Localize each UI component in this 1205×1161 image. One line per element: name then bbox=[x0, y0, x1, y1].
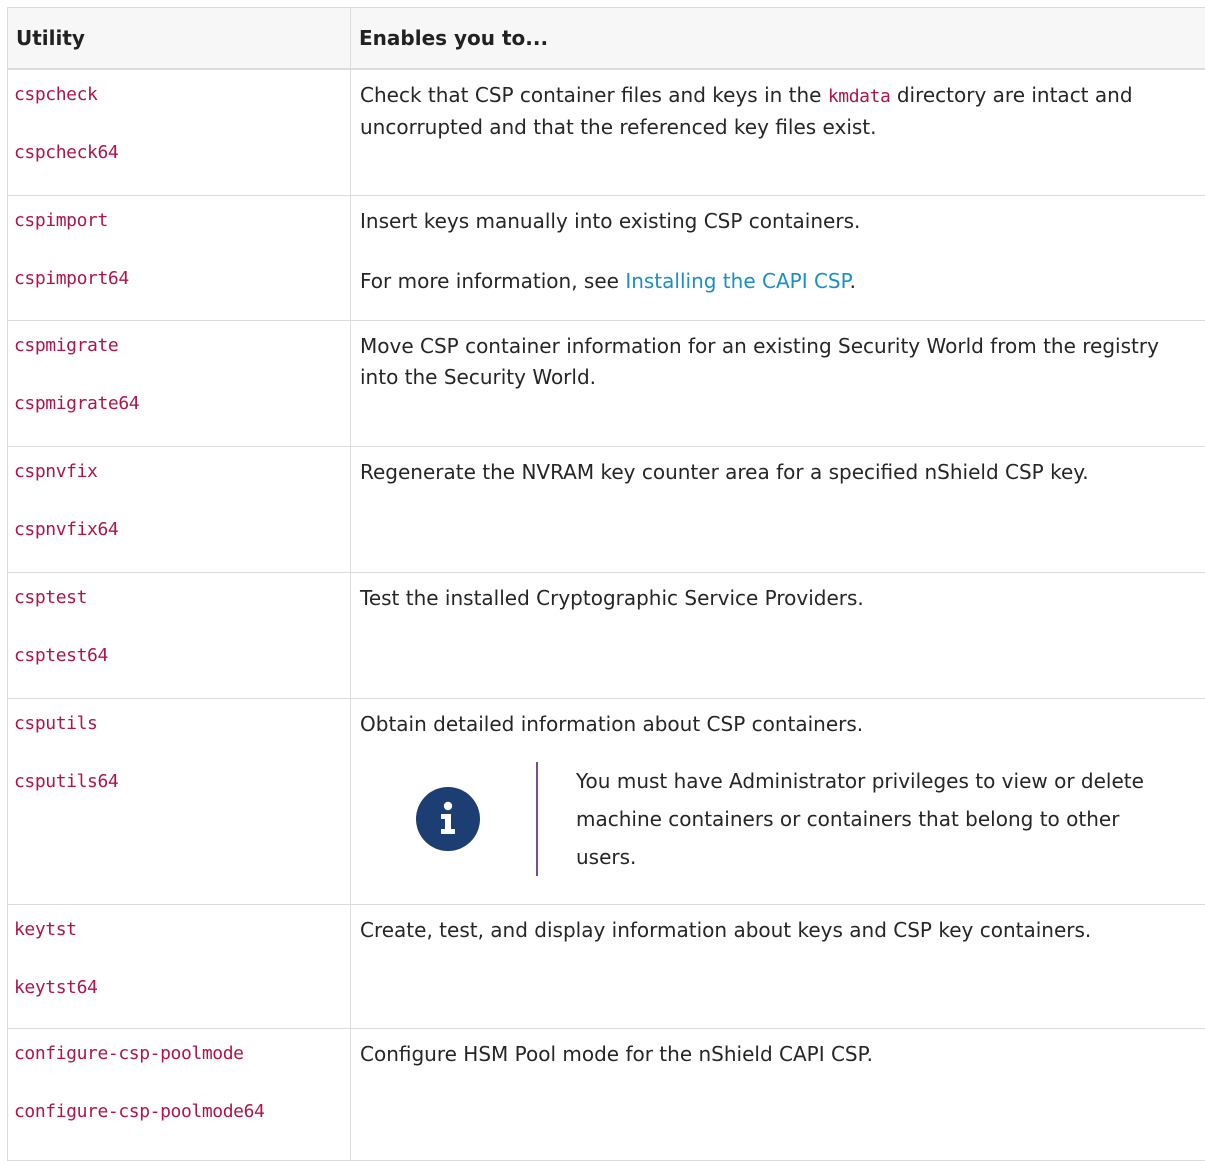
utility-cell: csputils csputils64 bbox=[8, 698, 351, 904]
command-name: cspcheck64 bbox=[14, 139, 350, 167]
description-text: Move CSP container information for an ex… bbox=[360, 331, 1197, 393]
description-cell: Move CSP container information for an ex… bbox=[351, 320, 1205, 446]
command-name: cspcheck bbox=[14, 81, 350, 109]
command-name: cspmigrate64 bbox=[14, 390, 350, 418]
description-text: Configure HSM Pool mode for the nShield … bbox=[360, 1039, 1197, 1070]
utility-cell: keytst keytst64 bbox=[8, 904, 351, 1028]
description-cell: Check that CSP container files and keys … bbox=[351, 69, 1205, 195]
command-name: cspimport64 bbox=[14, 265, 350, 293]
table-row: keytst keytst64 Create, test, and displa… bbox=[8, 904, 1205, 1028]
description-text: Test the installed Cryptographic Service… bbox=[360, 583, 1197, 614]
more-info-text: For more information, see Installing the… bbox=[360, 266, 1197, 297]
more-info-prefix: For more information, see bbox=[360, 269, 625, 293]
description-cell: Test the installed Cryptographic Service… bbox=[351, 572, 1205, 698]
utility-cell: cspmigrate cspmigrate64 bbox=[8, 320, 351, 446]
table-row: csputils csputils64 Obtain detailed info… bbox=[8, 698, 1205, 904]
command-name: cspnvfix64 bbox=[14, 516, 350, 544]
more-info-suffix: . bbox=[850, 269, 856, 293]
command-name: cspmigrate bbox=[14, 332, 350, 360]
description-cell: Insert keys manually into existing CSP c… bbox=[351, 195, 1205, 320]
table-row: configure-csp-poolmode configure-csp-poo… bbox=[8, 1028, 1205, 1160]
info-glyph-icon bbox=[416, 787, 480, 851]
table-row: cspcheck cspcheck64 Check that CSP conta… bbox=[8, 69, 1205, 195]
description-part: Check that CSP container files and keys … bbox=[360, 83, 828, 107]
utility-cell: cspcheck cspcheck64 bbox=[8, 69, 351, 195]
command-name: keytst64 bbox=[14, 974, 350, 1002]
description-cell: Obtain detailed information about CSP co… bbox=[351, 698, 1205, 904]
utility-cell: cspnvfix cspnvfix64 bbox=[8, 446, 351, 572]
description-text: Create, test, and display information ab… bbox=[360, 915, 1197, 946]
description-cell: Configure HSM Pool mode for the nShield … bbox=[351, 1028, 1205, 1160]
table-header-row: Utility Enables you to... bbox=[8, 8, 1205, 70]
command-name: csputils bbox=[14, 710, 350, 738]
utilities-table: Utility Enables you to... cspcheck cspch… bbox=[7, 7, 1205, 1161]
table-row: cspnvfix cspnvfix64 Regenerate the NVRAM… bbox=[8, 446, 1205, 572]
description-text: Insert keys manually into existing CSP c… bbox=[360, 206, 1197, 237]
description-text: Check that CSP container files and keys … bbox=[360, 80, 1197, 143]
command-name: cspimport bbox=[14, 207, 350, 235]
utility-cell: configure-csp-poolmode configure-csp-poo… bbox=[8, 1028, 351, 1160]
note-icon-wrap bbox=[360, 762, 536, 876]
header-utility: Utility bbox=[8, 8, 351, 70]
admin-note: You must have Administrator privileges t… bbox=[360, 762, 1197, 876]
table-row: csptest csptest64 Test the installed Cry… bbox=[8, 572, 1205, 698]
command-name: csptest bbox=[14, 584, 350, 612]
description-text: Regenerate the NVRAM key counter area fo… bbox=[360, 457, 1197, 488]
command-name: csptest64 bbox=[14, 642, 350, 670]
command-name: configure-csp-poolmode bbox=[14, 1040, 350, 1068]
note-divider bbox=[536, 762, 538, 876]
table-row: cspmigrate cspmigrate64 Move CSP contain… bbox=[8, 320, 1205, 446]
description-cell: Regenerate the NVRAM key counter area fo… bbox=[351, 446, 1205, 572]
command-name: csputils64 bbox=[14, 768, 350, 796]
command-name: cspnvfix bbox=[14, 458, 350, 486]
command-name: configure-csp-poolmode64 bbox=[14, 1098, 350, 1126]
utility-cell: cspimport cspimport64 bbox=[8, 195, 351, 320]
info-icon bbox=[416, 787, 480, 851]
header-enables: Enables you to... bbox=[351, 8, 1205, 70]
description-cell: Create, test, and display information ab… bbox=[351, 904, 1205, 1028]
installing-capi-csp-link[interactable]: Installing the CAPI CSP bbox=[625, 269, 849, 293]
note-text: You must have Administrator privileges t… bbox=[576, 762, 1156, 876]
description-text: Obtain detailed information about CSP co… bbox=[360, 709, 1197, 740]
utility-cell: csptest csptest64 bbox=[8, 572, 351, 698]
command-name: keytst bbox=[14, 916, 350, 944]
table-row: cspimport cspimport64 Insert keys manual… bbox=[8, 195, 1205, 320]
inline-code: kmdata bbox=[828, 86, 891, 107]
